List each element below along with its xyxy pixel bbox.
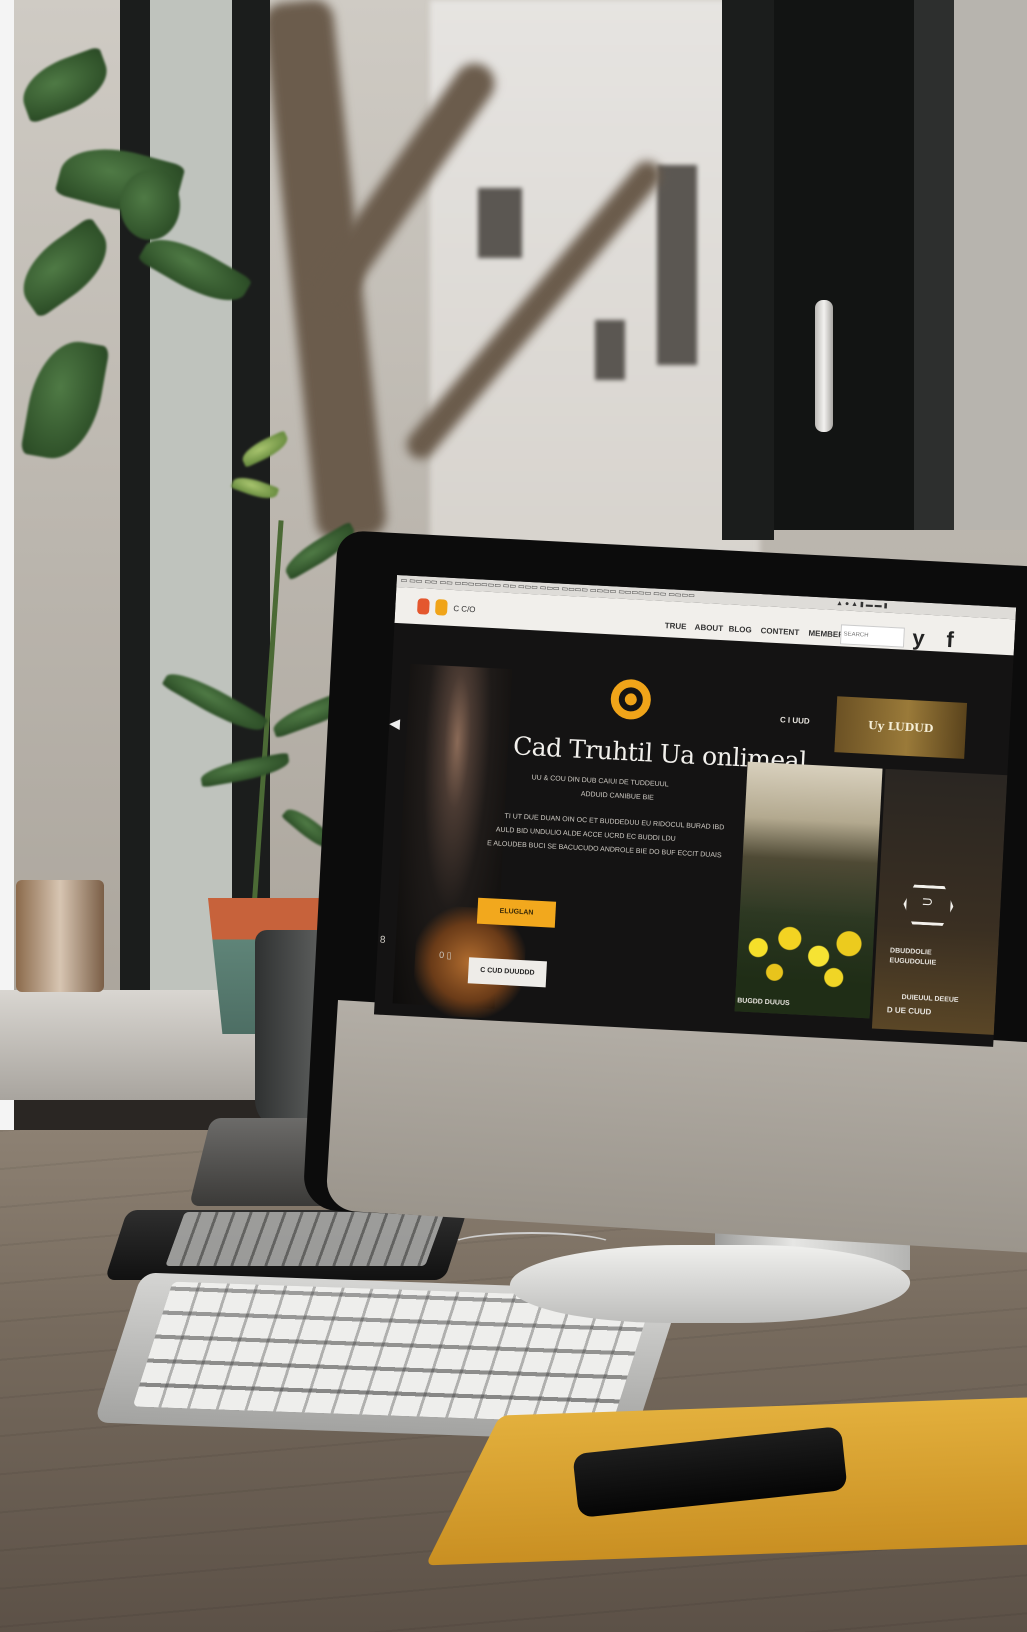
building-window [657,165,697,365]
hero-body-line: E ALOUDEB BUCI SE BACUCUDO ANDROLE BIE D… [486,840,722,860]
brand-ring-icon [609,678,652,721]
imac-screen: ▭ ▭▭ ▭▭ ▭▭ ▭▭▭▭▭▭▭ ▭▭ ▭▭▭ ▭▭▭ ▭▭▭▭ ▭▭▭▭ … [373,575,1017,1047]
hero-subtitle: UU & COU DIN DUB CAIUI DE TUDDEUUL [531,774,669,789]
search-input[interactable] [839,624,905,648]
nav-link[interactable]: ABOUT [694,623,723,633]
nav-link[interactable]: BLOG [728,624,752,634]
building-window [478,188,522,258]
imac-stand-foot [504,1245,916,1323]
site-logo-icon[interactable] [434,599,448,616]
building-window [595,320,625,380]
window-handle [815,300,833,432]
secondary-cta-button[interactable]: C CUD DUUDDD [467,957,547,988]
window-sash [774,0,914,530]
small-icons[interactable]: 0 ▯ [439,950,452,962]
menubar-status-icons: ▲ ● ▲ ▮ ▬ ▬ ▮ [835,600,888,610]
window-glass [954,0,1027,530]
facebook-icon[interactable]: f [946,627,955,653]
mini-keyboard [165,1212,445,1266]
carousel-prev-icon[interactable]: ◀ [389,715,401,733]
nav-link[interactable]: TRUE [664,621,686,631]
aside-heading: C I UUD [779,715,810,726]
promo-banner[interactable]: Uy LUDUD [834,696,968,759]
site-logo-icon[interactable] [416,598,430,615]
desk-scene: ▭ ▭▭ ▭▭ ▭▭ ▭▭▭▭▭▭▭ ▭▭ ▭▭▭ ▭▭▭ ▭▭▭▭ ▭▭▭▭ … [0,0,1027,1632]
hero-title: Cad Truhtil Ua onlimeal [512,731,808,776]
primary-cta-button[interactable]: ELUGLAN [476,897,557,928]
plant-leaf [120,170,180,240]
window-frame [722,0,774,540]
hero-body-line: AULD BID UNDULIO ALDE ACCE UCRD EC BUDDI… [495,826,676,843]
site-logo-text[interactable]: C C/O [453,604,476,614]
window-frame [914,0,954,530]
jar [16,880,104,992]
nav-link[interactable]: CONTENT [760,626,799,637]
window-glass [150,0,238,990]
hero-portrait-image [392,663,528,1021]
side-icon[interactable]: 8 [380,935,386,946]
hero-subtitle: ADDUID CANIBUE BIE [580,790,654,802]
twitter-icon[interactable]: y [912,625,926,652]
hexagon-glyph-icon: ⊃ [921,892,934,910]
